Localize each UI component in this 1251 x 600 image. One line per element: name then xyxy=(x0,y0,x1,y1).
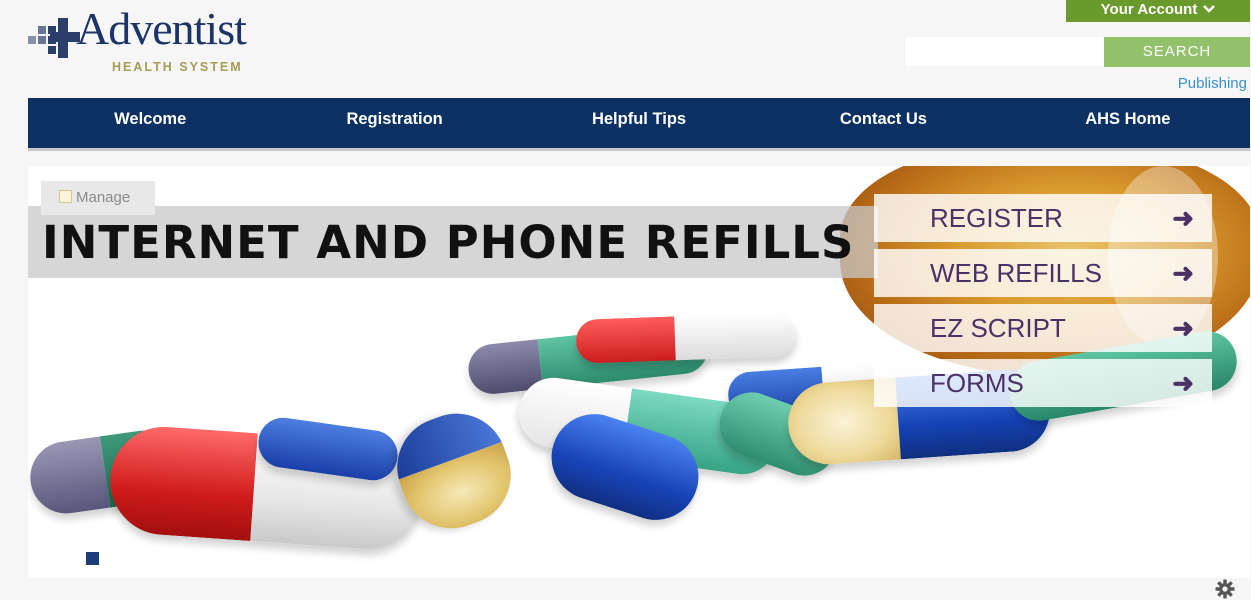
banner-headline: INTERNET AND PHONE REFILLS xyxy=(42,216,855,269)
nav-item-ahs-home[interactable]: AHS Home xyxy=(1006,98,1250,148)
main-nav: Welcome Registration Helpful Tips Contac… xyxy=(28,98,1250,151)
banner-menu: REGISTER ➜ WEB REFILLS ➜ EZ SCRIPT ➜ FOR… xyxy=(874,194,1212,414)
logo-name: Adventist xyxy=(76,3,247,54)
search-input[interactable] xyxy=(906,37,1104,66)
arrow-right-icon: ➜ xyxy=(1172,203,1194,233)
menu-item-label: FORMS xyxy=(930,368,1024,398)
your-account-button[interactable]: Your Account xyxy=(1066,0,1250,22)
hero-banner: Manage INTERNET AND PHONE REFILLS REGIST… xyxy=(28,166,1250,578)
logo-subtitle: HEALTH SYSTEM xyxy=(112,60,243,74)
menu-item-ez-script[interactable]: EZ SCRIPT ➜ xyxy=(874,304,1212,352)
menu-item-label: REGISTER xyxy=(930,203,1063,233)
manage-button[interactable]: Manage xyxy=(41,181,155,215)
menu-item-register[interactable]: REGISTER ➜ xyxy=(874,194,1212,242)
logo-mark-icon xyxy=(28,18,80,58)
nav-item-contact-us[interactable]: Contact Us xyxy=(761,98,1005,148)
pencil-icon xyxy=(59,190,72,203)
menu-item-web-refills[interactable]: WEB REFILLS ➜ xyxy=(874,249,1212,297)
nav-item-registration[interactable]: Registration xyxy=(272,98,516,148)
menu-item-label: EZ SCRIPT xyxy=(930,313,1066,343)
arrow-right-icon: ➜ xyxy=(1172,258,1194,288)
chevron-down-icon xyxy=(1203,0,1216,22)
search-button[interactable]: SEARCH xyxy=(1104,37,1250,67)
arrow-right-icon: ➜ xyxy=(1172,368,1194,398)
slide-indicator[interactable] xyxy=(86,552,99,565)
site-logo[interactable]: Adventist HEALTH SYSTEM xyxy=(28,6,278,78)
account-label: Your Account xyxy=(1100,1,1198,18)
menu-item-forms[interactable]: FORMS ➜ xyxy=(874,359,1212,407)
manage-label: Manage xyxy=(76,189,131,206)
gear-icon[interactable] xyxy=(1215,579,1235,599)
menu-item-label: WEB REFILLS xyxy=(930,258,1102,288)
publishing-link[interactable]: Publishing xyxy=(1178,75,1247,92)
arrow-right-icon: ➜ xyxy=(1172,313,1194,343)
capsule-image xyxy=(575,312,797,364)
nav-item-helpful-tips[interactable]: Helpful Tips xyxy=(517,98,761,148)
nav-item-welcome[interactable]: Welcome xyxy=(28,98,272,148)
